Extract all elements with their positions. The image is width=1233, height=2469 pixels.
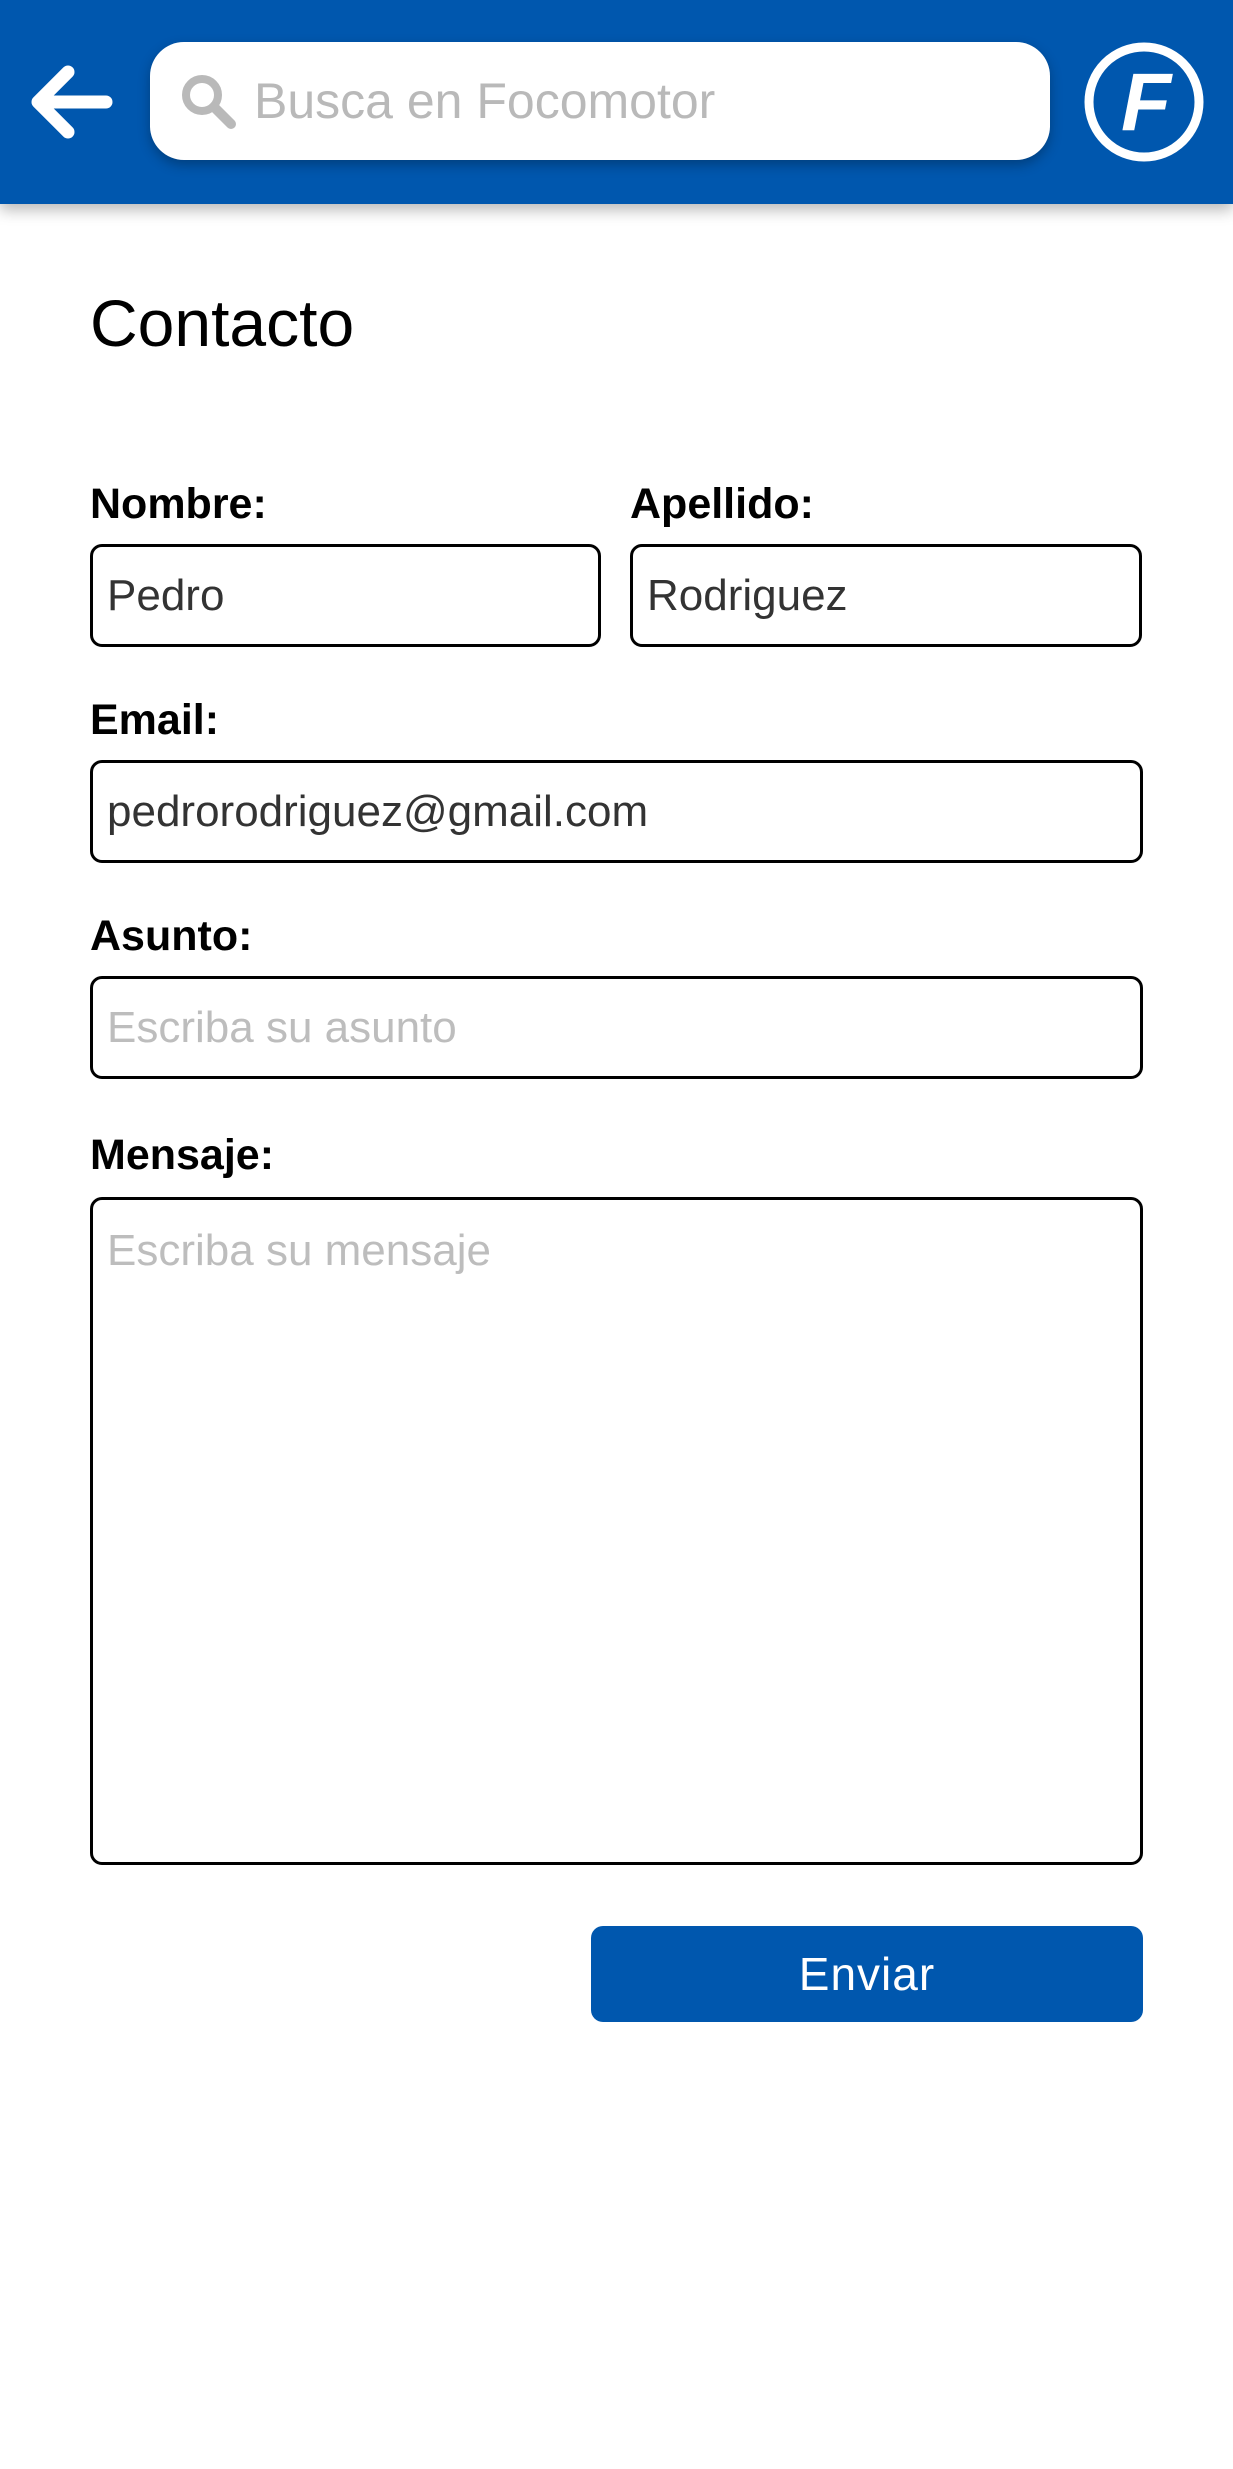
apellido-field[interactable] <box>630 544 1142 647</box>
asunto-field[interactable] <box>90 976 1143 1079</box>
mensaje-label: Mensaje: <box>90 1131 275 1179</box>
enviar-button[interactable]: Enviar <box>591 1926 1143 2022</box>
focomotor-logo[interactable]: F <box>1082 40 1206 164</box>
asunto-label: Asunto: <box>90 912 253 960</box>
email-label: Email: <box>90 696 220 744</box>
search-input[interactable] <box>254 72 1034 130</box>
email-field[interactable] <box>90 760 1143 863</box>
back-button[interactable] <box>22 56 118 148</box>
logo-letter: F <box>1121 57 1173 148</box>
search-bar[interactable] <box>150 42 1050 160</box>
nombre-field[interactable] <box>90 544 601 647</box>
search-icon <box>176 69 240 133</box>
apellido-label: Apellido: <box>630 480 814 528</box>
nombre-label: Nombre: <box>90 480 267 528</box>
mensaje-textarea[interactable] <box>90 1197 1143 1865</box>
arrow-left-icon <box>31 65 113 139</box>
contact-page: F Contacto Nombre: Apellido: Email: Asun… <box>0 0 1233 2469</box>
top-app-bar: F <box>0 0 1233 204</box>
page-title: Contacto <box>90 286 355 360</box>
